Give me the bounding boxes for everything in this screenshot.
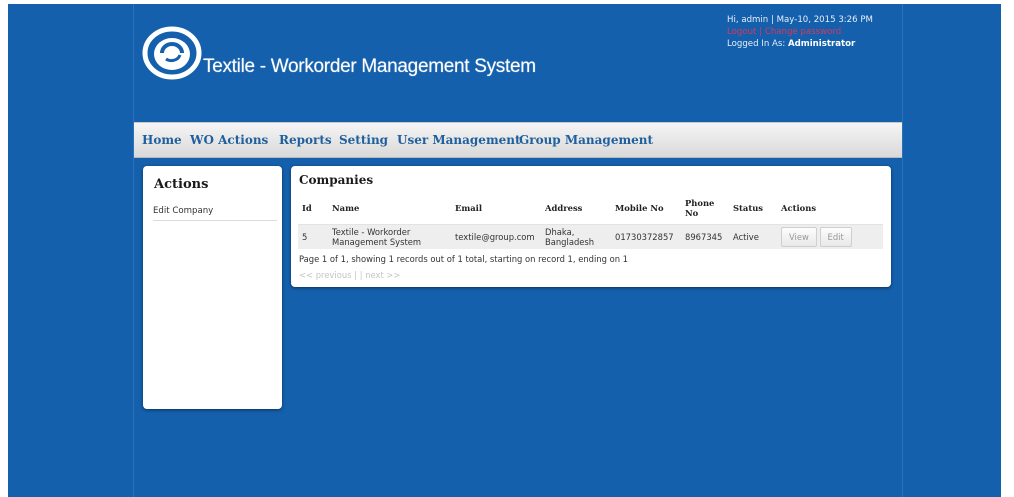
column-header-phone[interactable]: Phone No bbox=[681, 191, 729, 225]
logo-icon[interactable] bbox=[142, 26, 202, 80]
column-header-id[interactable]: Id bbox=[298, 191, 328, 225]
nav-item-setting[interactable]: Setting bbox=[339, 133, 388, 147]
nav-item-home[interactable]: Home bbox=[142, 133, 182, 147]
cell-mobile: 01730372857 bbox=[611, 224, 681, 249]
greeting-text: Hi, admin | May-10, 2015 3:26 PM bbox=[727, 15, 873, 25]
sidebar-item-edit-company[interactable]: Edit Company bbox=[153, 206, 277, 221]
previous-page-link[interactable]: << previous bbox=[299, 270, 352, 280]
content-container: Textile - Workorder Management System Hi… bbox=[133, 4, 903, 497]
cell-phone: 8967345 bbox=[681, 224, 729, 249]
column-header-status[interactable]: Status bbox=[729, 191, 777, 225]
column-header-mobile[interactable]: Mobile No bbox=[611, 191, 681, 225]
nav-item-group-management[interactable]: Group Management bbox=[519, 133, 653, 147]
pagination-controls: << previous | | next >> bbox=[299, 270, 400, 280]
sidebar-title: Actions bbox=[154, 177, 209, 192]
column-header-address[interactable]: Address bbox=[541, 191, 611, 225]
cell-name: Textile - Workorder Management System bbox=[328, 224, 451, 249]
cell-id: 5 bbox=[298, 224, 328, 249]
cell-status: Active bbox=[729, 224, 777, 249]
table-row: 5 Textile - Workorder Management System … bbox=[298, 224, 883, 249]
view-button[interactable]: View bbox=[781, 227, 817, 247]
actions-sidebar: Actions Edit Company bbox=[143, 166, 282, 409]
pagination-info: Page 1 of 1, showing 1 records out of 1 … bbox=[299, 254, 629, 264]
site-title: Textile - Workorder Management System bbox=[203, 56, 536, 77]
next-page-link[interactable]: next >> bbox=[365, 270, 400, 280]
user-info: Hi, admin | May-10, 2015 3:26 PM Logout … bbox=[727, 14, 873, 50]
page-background: Textile - Workorder Management System Hi… bbox=[8, 4, 1001, 497]
nav-item-user-management[interactable]: User Management bbox=[397, 133, 521, 147]
page-title: Companies bbox=[299, 173, 374, 187]
logged-in-line: Logged In As: Administrator bbox=[727, 38, 873, 50]
change-password-link[interactable]: Change password bbox=[765, 27, 841, 37]
main-nav: Home WO Actions Reports Setting User Man… bbox=[134, 122, 902, 158]
cell-address: Dhaka, Bangladesh bbox=[541, 224, 611, 249]
pager-separator-2: | bbox=[359, 270, 363, 280]
logout-link[interactable]: Logout bbox=[727, 27, 756, 37]
column-header-actions: Actions bbox=[777, 191, 883, 225]
pager-separator-1: | bbox=[354, 270, 358, 280]
account-links: Logout | Change password bbox=[727, 26, 873, 38]
cell-actions: View Edit bbox=[777, 224, 883, 249]
user-role: Administrator bbox=[787, 39, 856, 49]
nav-item-wo-actions[interactable]: WO Actions bbox=[190, 133, 268, 147]
table-header-row: Id Name Email Address Mobile No Phone No… bbox=[298, 191, 883, 225]
companies-panel: Companies Id Name Email Address Mobile N… bbox=[291, 166, 891, 287]
companies-table: Id Name Email Address Mobile No Phone No… bbox=[298, 191, 883, 249]
cell-email: textile@group.com bbox=[451, 224, 541, 249]
nav-item-reports[interactable]: Reports bbox=[279, 133, 332, 147]
edit-button[interactable]: Edit bbox=[819, 227, 852, 247]
column-header-email[interactable]: Email bbox=[451, 191, 541, 225]
logged-in-prefix: Logged In As: bbox=[727, 39, 786, 49]
column-header-name[interactable]: Name bbox=[328, 191, 451, 225]
link-separator: | bbox=[759, 27, 763, 37]
